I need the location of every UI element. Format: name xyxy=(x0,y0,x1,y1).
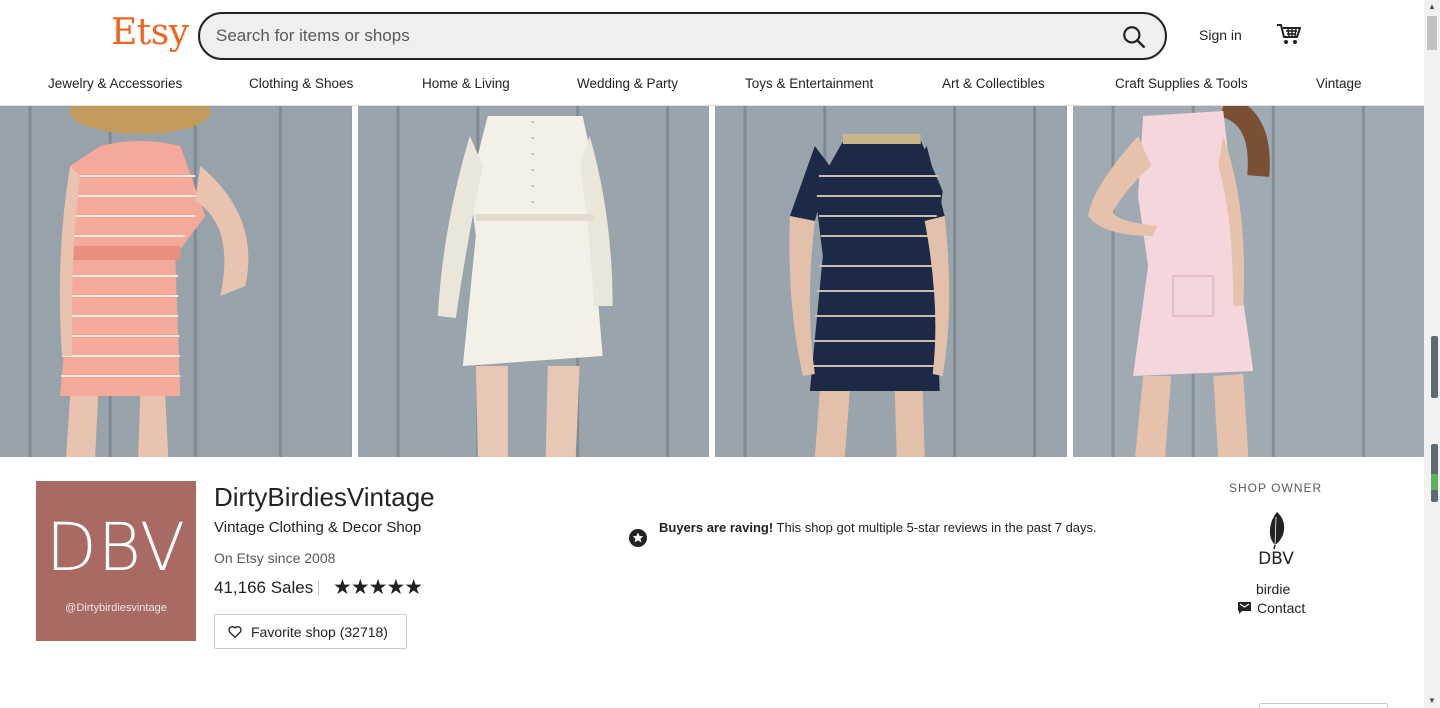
shop-logo: DBV @Dirtybirdiesvintage xyxy=(36,481,196,641)
nav-item-craft[interactable]: Craft Supplies & Tools xyxy=(1115,76,1248,91)
page-scrollbar[interactable]: ▲ ▼ xyxy=(1424,0,1440,708)
category-nav: Jewelry & Accessories Clothing & Shoes H… xyxy=(0,72,1424,96)
scrollbar-thumb[interactable] xyxy=(1427,16,1437,50)
heart-icon xyxy=(228,625,242,638)
search-input[interactable] xyxy=(216,14,1096,58)
contact-label: Contact xyxy=(1257,600,1306,616)
shop-sales[interactable]: 41,166 Sales xyxy=(214,578,313,598)
shop-tagline: Vintage Clothing & Decor Shop xyxy=(214,519,422,536)
nav-item-jewelry[interactable]: Jewelry & Accessories xyxy=(48,76,182,91)
star-badge-icon xyxy=(629,529,647,547)
search-bar[interactable] xyxy=(198,12,1167,60)
shop-banner xyxy=(0,106,1424,457)
navy-striped-dress-photo xyxy=(715,106,1067,457)
nav-item-toys[interactable]: Toys & Entertainment xyxy=(745,76,873,91)
owner-name[interactable]: birdie xyxy=(1256,581,1290,597)
scroll-up-arrow-icon[interactable]: ▲ xyxy=(1427,2,1437,12)
sales-divider xyxy=(318,580,319,596)
pink-striped-dress-photo xyxy=(0,106,352,457)
feather-icon: DBV xyxy=(1258,512,1294,569)
favorite-shop-button[interactable]: Favorite shop (32718) xyxy=(214,614,407,649)
light-pink-dress-photo xyxy=(1072,106,1424,457)
etsy-logo[interactable]: Etsy xyxy=(111,12,189,53)
cart-icon[interactable] xyxy=(1276,22,1302,46)
nav-item-wedding[interactable]: Wedding & Party xyxy=(577,76,678,91)
nav-item-home[interactable]: Home & Living xyxy=(422,76,510,91)
favorite-shop-label: Favorite shop (32718) xyxy=(251,623,388,640)
shop-owner-title: SHOP OWNER xyxy=(1229,481,1323,495)
dropdown-button-partial[interactable] xyxy=(1259,703,1388,708)
shop-since: On Etsy since 2008 xyxy=(214,550,336,566)
contact-link[interactable]: Contact xyxy=(1238,600,1305,616)
nav-item-art[interactable]: Art & Collectibles xyxy=(942,76,1045,91)
shop-logo-handle: @Dirtybirdiesvintage xyxy=(65,602,167,614)
site-header: Etsy Sign in Jewelry & Accessories Cloth… xyxy=(0,0,1424,106)
white-shirt-dress-photo xyxy=(357,106,709,457)
shop-logo-text: DBV xyxy=(45,509,187,586)
buyers-raving-notice: Buyers are raving! This shop got multipl… xyxy=(628,518,1098,548)
raving-bold: Buyers are raving! xyxy=(659,520,774,535)
search-icon[interactable] xyxy=(1121,24,1147,50)
scrollbar-marker xyxy=(1431,336,1438,398)
star-rating[interactable]: ★★★★★ xyxy=(333,575,423,600)
scroll-down-arrow-icon[interactable]: ▼ xyxy=(1427,696,1437,706)
nav-item-vintage[interactable]: Vintage xyxy=(1316,76,1362,91)
owner-avatar-text: DBV xyxy=(1258,549,1294,569)
raving-text: Buyers are raving! This shop got multipl… xyxy=(659,518,1097,548)
envelope-icon xyxy=(1238,602,1251,614)
raving-body: This shop got multiple 5-star reviews in… xyxy=(773,520,1097,535)
nav-item-clothing[interactable]: Clothing & Shoes xyxy=(249,76,353,91)
owner-avatar[interactable]: DBV xyxy=(1247,509,1305,571)
shop-name: DirtyBirdiesVintage xyxy=(214,482,435,512)
sign-in-link[interactable]: Sign in xyxy=(1199,27,1242,43)
scrollbar-marker-2 xyxy=(1431,444,1438,502)
